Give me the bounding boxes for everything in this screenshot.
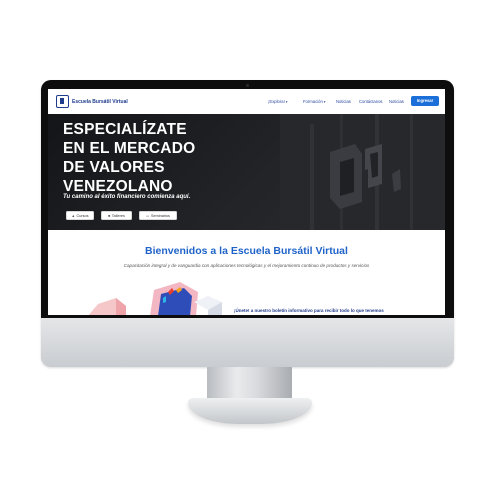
hero-building-graphic	[280, 114, 445, 230]
website-screen: Escuela Bursátil Virtual ¡Explora!▾ Form…	[48, 89, 445, 315]
top-navbar: Escuela Bursátil Virtual ¡Explora!▾ Form…	[48, 89, 445, 114]
hero-title-line: EN EL MERCADO	[63, 140, 196, 157]
welcome-section: Bienvenidos a la Escuela Bursátil Virtua…	[48, 230, 445, 315]
chevron-down-icon: ▾	[323, 100, 326, 104]
brand-name[interactable]: Escuela Bursátil Virtual	[72, 99, 128, 105]
building-icon: ■	[108, 214, 111, 218]
monitor-chin	[41, 318, 454, 367]
logo-icon[interactable]	[56, 95, 69, 108]
seminarios-label: Seminarios	[150, 214, 170, 218]
graduation-cap-icon: ▲	[71, 214, 76, 218]
welcome-subtitle: Capacitación integral y de vanguardia co…	[123, 263, 370, 268]
talleres-button[interactable]: ■ Talleres	[101, 211, 132, 220]
hero-subtitle: Tu camino al éxito financiero comienza a…	[63, 194, 191, 200]
hero-title-line: DE VALORES	[63, 159, 165, 176]
nav-link-noticias[interactable]: Noticias	[336, 99, 351, 104]
presentation-icon: ▭	[146, 214, 150, 218]
monitor-stand-foot	[188, 398, 312, 424]
nav-link-label: Noticias	[336, 99, 351, 104]
welcome-title: Bienvenidos a la Escuela Bursátil Virtua…	[145, 245, 348, 257]
cursos-label: Cursos	[76, 214, 89, 218]
nav-link-contactanos[interactable]: Contáctanos	[359, 99, 383, 104]
desktop-mockup: Escuela Bursátil Virtual ¡Explora!▾ Form…	[0, 0, 500, 500]
newsletter-text: ¡Únete! a nuestro boletín informativo pa…	[234, 308, 384, 313]
nav-link-label: ¡Explora!	[268, 99, 285, 104]
nav-link-label: Contáctanos	[359, 99, 383, 104]
isometric-illustration	[88, 282, 222, 315]
nav-link-noticias-2[interactable]: Noticias	[389, 99, 404, 104]
nav-link-label: Formación	[303, 99, 323, 104]
hero-title-line: ESPECIALÍZATE	[63, 121, 187, 138]
cursos-button[interactable]: ▲ Cursos	[66, 211, 94, 220]
seminarios-button[interactable]: ▭ Seminarios	[139, 211, 177, 220]
chevron-down-icon: ▾	[285, 100, 288, 104]
nav-link-explora[interactable]: ¡Explora!▾	[268, 99, 288, 104]
webcam-icon	[246, 84, 249, 87]
talleres-label: Talleres	[111, 214, 125, 218]
nav-link-formacion[interactable]: Formación▾	[303, 99, 326, 104]
login-button[interactable]: Ingresar	[411, 96, 439, 106]
hero-title: ESPECIALÍZATE EN EL MERCADO DE VALORES V…	[63, 120, 273, 196]
nav-link-label: Noticias	[389, 99, 404, 104]
